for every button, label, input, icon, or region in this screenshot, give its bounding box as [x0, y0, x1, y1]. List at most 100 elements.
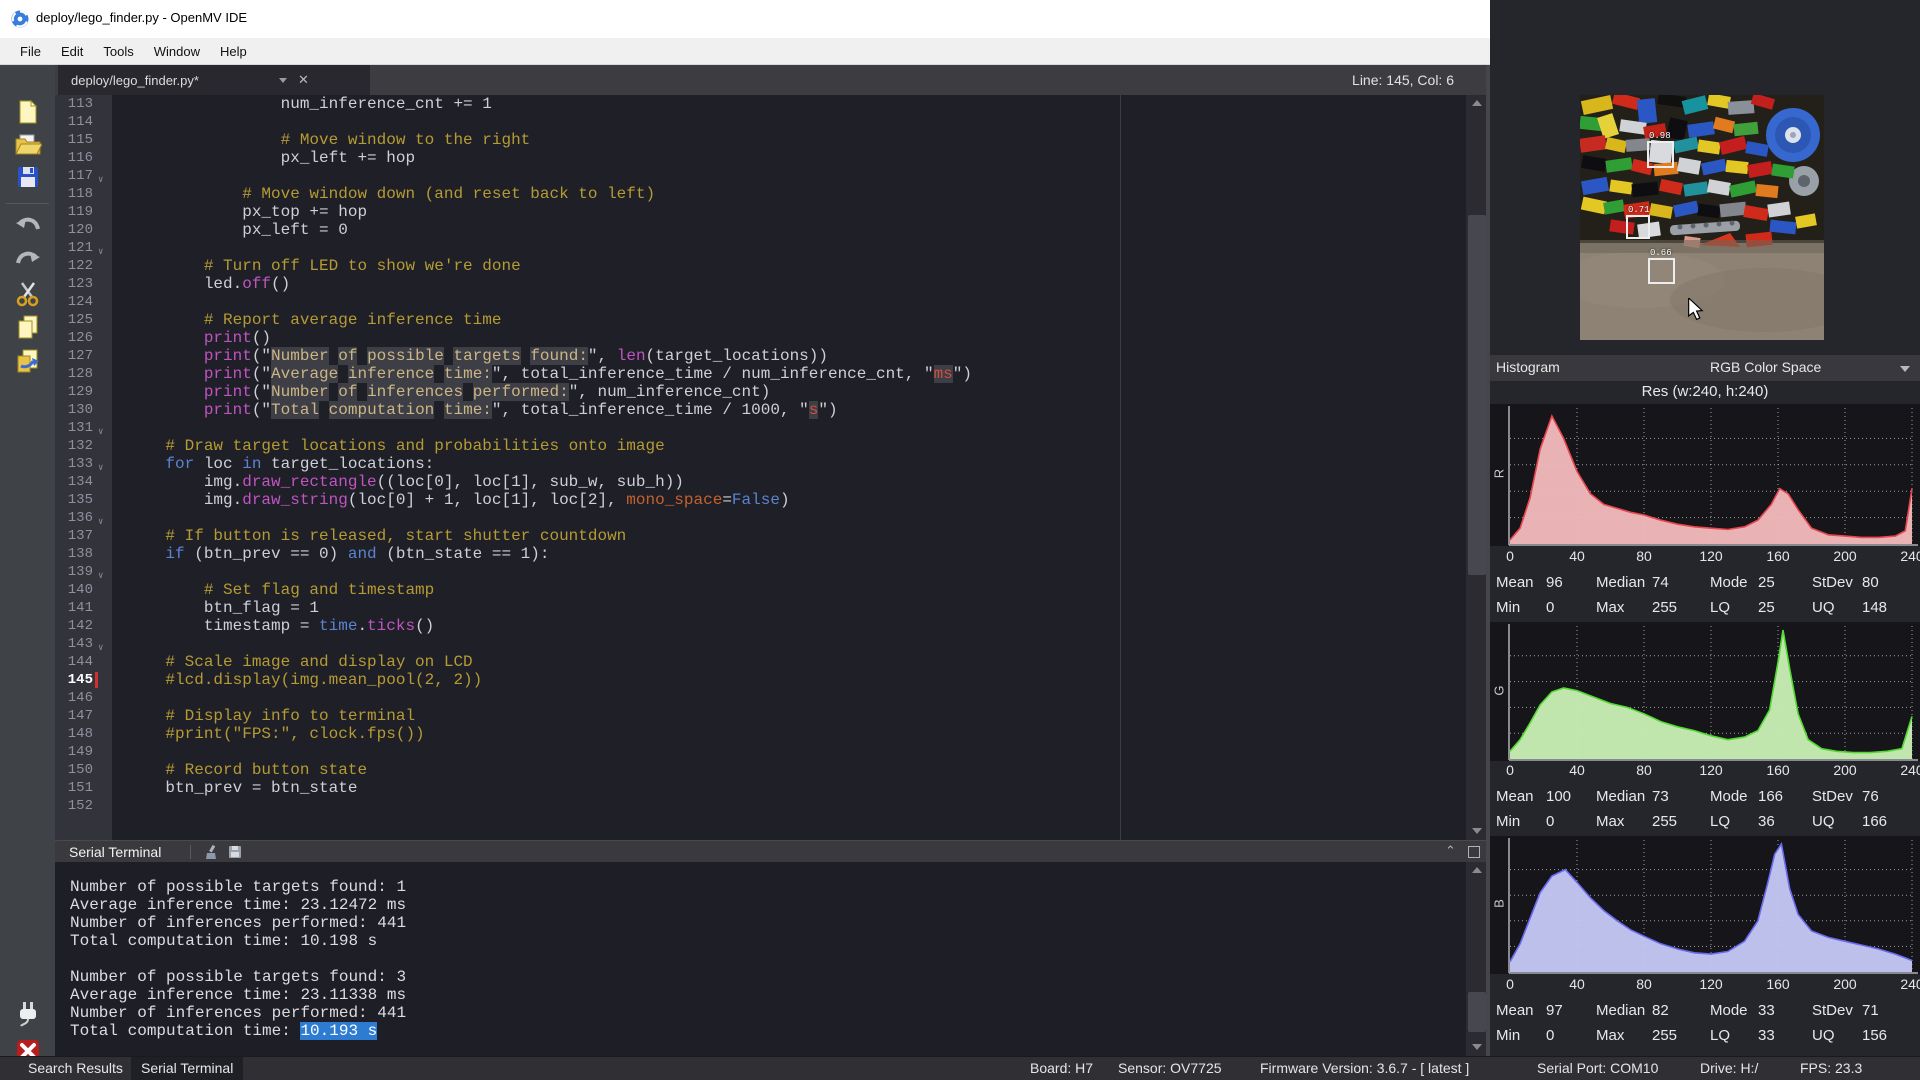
tab-close-icon[interactable]: ✕ — [298, 72, 309, 88]
code-text: for loc in target_locations: — [165, 455, 435, 473]
bottom-tab-search-results[interactable]: Search Results — [18, 1057, 133, 1080]
code-line-146[interactable]: 146 — [55, 689, 1466, 707]
paste-icon[interactable] — [13, 347, 43, 375]
code-line-123[interactable]: 123 led.off() — [55, 275, 1466, 293]
menu-item-tools[interactable]: Tools — [93, 40, 143, 63]
code-line-114[interactable]: 114 — [55, 113, 1466, 131]
redo-icon[interactable] — [13, 247, 43, 275]
code-line-119[interactable]: 119 px_top += hop — [55, 203, 1466, 221]
bottom-tab-serial-terminal[interactable]: Serial Terminal — [131, 1057, 244, 1080]
stat-value-min: 0 — [1546, 1027, 1555, 1044]
selected-text[interactable]: 10.193 s — [300, 1022, 378, 1040]
undo-icon[interactable] — [13, 213, 43, 241]
copy-icon[interactable] — [13, 313, 43, 341]
scroll-up-icon[interactable] — [1472, 867, 1482, 873]
code-line-137[interactable]: 137 # If button is released, start shutt… — [55, 527, 1466, 545]
code-line-141[interactable]: 141 btn_flag = 1 — [55, 599, 1466, 617]
code-line-129[interactable]: 129 print("Number of inferences performe… — [55, 383, 1466, 401]
code-text: print() — [203, 329, 272, 347]
code-text: print("Number of inferences performed:",… — [203, 383, 771, 401]
code-line-131[interactable]: 131 ∨ — [55, 419, 1466, 437]
detection-score-label: 0.71 — [1628, 205, 1650, 215]
code-line-124[interactable]: 124 — [55, 293, 1466, 311]
code-line-139[interactable]: 139 ∨ — [55, 563, 1466, 581]
collapse-panel-icon[interactable]: ⌃ — [1445, 843, 1456, 859]
code-editor[interactable]: 113 num_inference_cnt += 1 114 115 # Move … — [55, 95, 1466, 840]
status-item-1: Sensor: OV7725 — [1118, 1060, 1222, 1076]
code-line-118[interactable]: 118 # Move window down (and reset back t… — [55, 185, 1466, 203]
scroll-up-icon[interactable] — [1472, 100, 1482, 106]
code-line-150[interactable]: 150 # Record button state — [55, 761, 1466, 779]
tab-dropdown-icon[interactable] — [279, 78, 287, 83]
code-line-144[interactable]: 144 # Scale image and display on LCD — [55, 653, 1466, 671]
code-line-133[interactable]: 133 ∨ for loc in target_locations: — [55, 455, 1466, 473]
code-line-132[interactable]: 132 # Draw target locations and probabil… — [55, 437, 1466, 455]
code-line-147[interactable]: 147 # Display info to terminal — [55, 707, 1466, 725]
resolution-label: Res (w:240, h:240) — [1641, 383, 1769, 400]
code-line-136[interactable]: 136 ∨ — [55, 509, 1466, 527]
cut-icon[interactable] — [13, 280, 43, 308]
frame-buffer-image[interactable]: 0.98 0.71 0.66 — [1580, 95, 1824, 340]
chevron-down-icon[interactable] — [1900, 366, 1910, 372]
line-number: 138 — [67, 546, 93, 562]
scroll-down-icon[interactable] — [1472, 828, 1482, 834]
code-line-127[interactable]: 127 print("Number of possible targets fo… — [55, 347, 1466, 365]
code-line-149[interactable]: 149 — [55, 743, 1466, 761]
detach-panel-icon[interactable] — [1468, 846, 1480, 858]
code-line-140[interactable]: 140 # Set flag and timestamp — [55, 581, 1466, 599]
tab-lego-finder[interactable]: deploy/lego_finder.py* ✕ — [58, 65, 370, 95]
menu-item-help[interactable]: Help — [210, 40, 257, 63]
save-file-icon[interactable] — [13, 163, 43, 191]
line-number: 121 — [67, 240, 93, 256]
line-number: 135 — [67, 492, 93, 508]
editor-scrollbar-thumb[interactable] — [1468, 215, 1486, 575]
menu-item-window[interactable]: Window — [144, 40, 210, 63]
line-number: 141 — [67, 600, 93, 616]
code-line-135[interactable]: 135 img.draw_string(loc[0] + 1, loc[1], … — [55, 491, 1466, 509]
clear-terminal-icon[interactable] — [203, 844, 219, 860]
color-space-select[interactable]: RGB Color Space — [1710, 359, 1821, 375]
connect-icon[interactable] — [13, 1000, 43, 1028]
save-log-icon[interactable] — [227, 844, 243, 860]
menu-item-edit[interactable]: Edit — [51, 40, 93, 63]
code-line-116[interactable]: 116 px_left += hop — [55, 149, 1466, 167]
stat-label-mode: Mode — [1710, 574, 1748, 591]
menu-item-file[interactable]: File — [10, 40, 51, 63]
line-number: 142 — [67, 618, 93, 634]
editor-scrollbar[interactable] — [1466, 95, 1488, 840]
line-number: 120 — [67, 222, 93, 238]
stat-label-median: Median — [1596, 788, 1646, 805]
code-line-145[interactable]: 145 #lcd.display(img.mean_pool(2, 2)) — [55, 671, 1466, 689]
code-line-121[interactable]: 121 ∨ — [55, 239, 1466, 257]
code-line-142[interactable]: 142 timestamp = time.ticks() — [55, 617, 1466, 635]
code-line-113[interactable]: 113 num_inference_cnt += 1 — [55, 95, 1466, 113]
code-line-130[interactable]: 130 print("Total computation time:", tot… — [55, 401, 1466, 419]
code-line-138[interactable]: 138 if (btn_prev == 0) and (btn_state ==… — [55, 545, 1466, 563]
code-line-126[interactable]: 126 print() — [55, 329, 1466, 347]
stat-label-max: Max — [1596, 1027, 1625, 1044]
line-number: 126 — [67, 330, 93, 346]
code-text: img.draw_string(loc[0] + 1, loc[1], loc[… — [127, 491, 790, 509]
code-line-128[interactable]: 128 print("Average inference time:", tot… — [55, 365, 1466, 383]
code-line-148[interactable]: 148 #print("FPS:", clock.fps()) — [55, 725, 1466, 743]
code-line-115[interactable]: 115 # Move window to the right — [55, 131, 1466, 149]
code-line-117[interactable]: 117 ∨ — [55, 167, 1466, 185]
stat-label-max: Max — [1596, 599, 1625, 616]
mouse-cursor-icon — [1688, 298, 1704, 320]
new-file-icon[interactable] — [13, 98, 43, 126]
code-line-152[interactable]: 152 — [55, 797, 1466, 815]
code-line-143[interactable]: 143 ∨ — [55, 635, 1466, 653]
terminal-scrollbar-thumb[interactable] — [1468, 992, 1486, 1032]
status-item-3: Serial Port: COM10 — [1537, 1060, 1659, 1076]
open-file-icon[interactable] — [13, 130, 43, 158]
terminal-scrollbar[interactable] — [1466, 862, 1488, 1056]
code-line-122[interactable]: 122 # Turn off LED to show we're done — [55, 257, 1466, 275]
code-line-134[interactable]: 134 img.draw_rectangle((loc[0], loc[1], … — [55, 473, 1466, 491]
histogram-title: Histogram — [1496, 359, 1560, 375]
code-line-120[interactable]: 120 px_left = 0 — [55, 221, 1466, 239]
scroll-down-icon[interactable] — [1472, 1044, 1482, 1050]
code-line-125[interactable]: 125 # Report average inference time — [55, 311, 1466, 329]
line-number: 124 — [67, 294, 93, 310]
code-line-151[interactable]: 151 btn_prev = btn_state — [55, 779, 1466, 797]
serial-terminal-output[interactable]: Number of possible targets found: 1 Avera… — [55, 862, 1466, 1056]
